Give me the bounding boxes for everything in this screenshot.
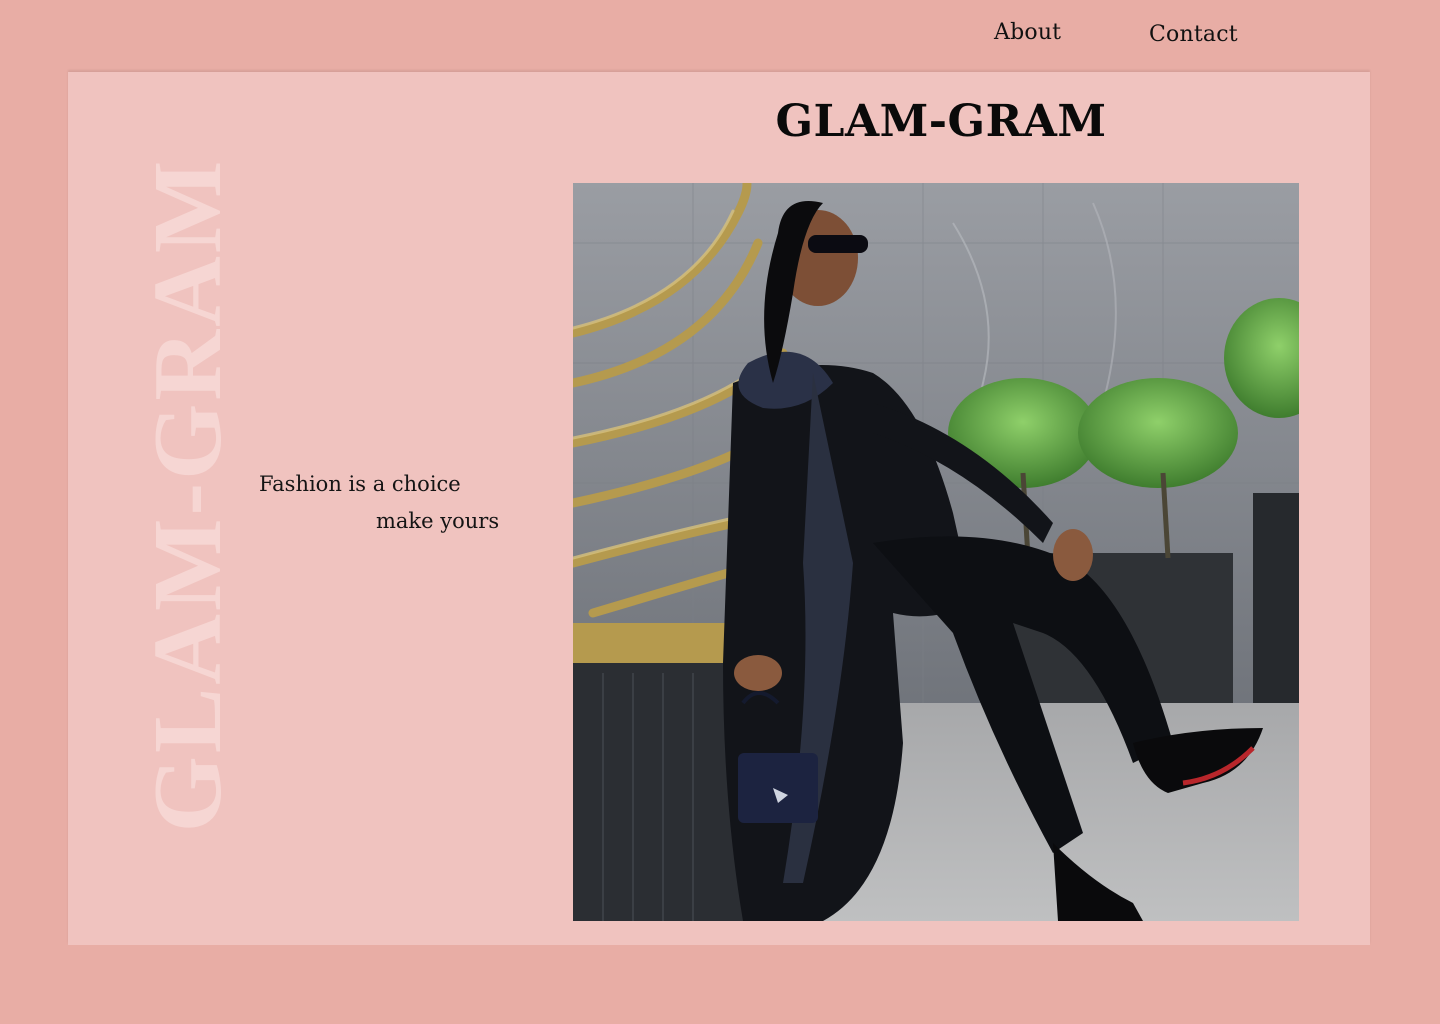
fashion-model-illustration bbox=[573, 183, 1299, 921]
vertical-brand-watermark: GLAM-GRAM bbox=[134, 157, 242, 833]
hero-photo bbox=[573, 183, 1299, 921]
tagline-line-2: make yours bbox=[376, 509, 500, 533]
tagline-line-1: Fashion is a choice bbox=[259, 472, 461, 496]
page-title: GLAM-GRAM bbox=[775, 96, 1107, 147]
nav-link-contact[interactable]: Contact bbox=[1149, 22, 1238, 47]
nav-link-about[interactable]: About bbox=[994, 20, 1061, 45]
